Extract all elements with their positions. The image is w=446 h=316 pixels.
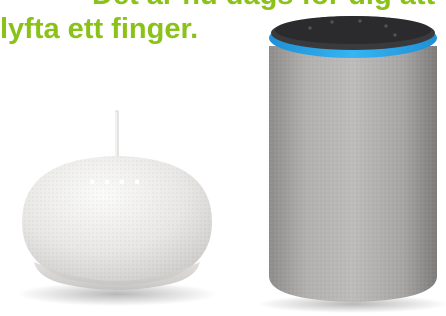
product-photo bbox=[17, 16, 446, 313]
smart-speaker-cylinder bbox=[257, 16, 446, 313]
promo-image: Det är nu dags för dig att lyfta ett fin… bbox=[0, 0, 446, 316]
smart-speaker-mini bbox=[17, 110, 217, 306]
